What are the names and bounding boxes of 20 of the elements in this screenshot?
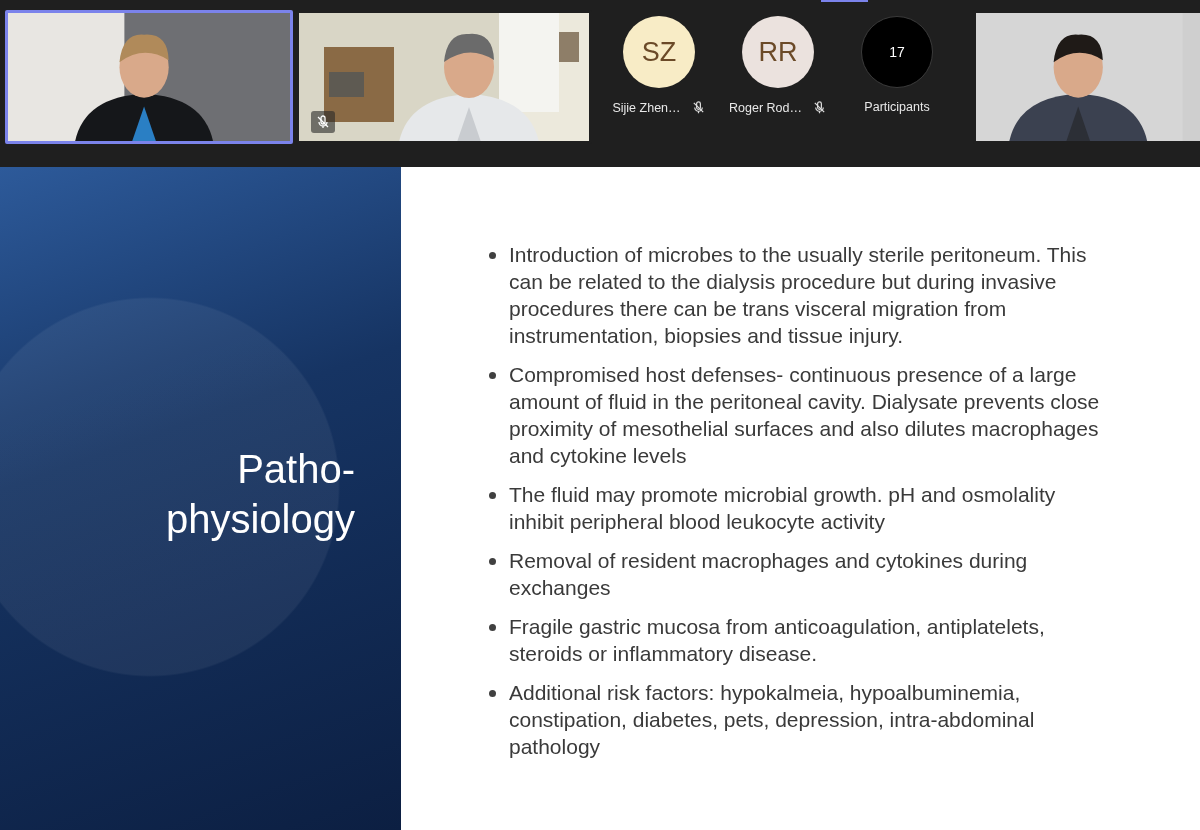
- avatar: SZ: [623, 16, 695, 88]
- bullet-icon: [489, 492, 496, 499]
- avatar: RR: [742, 16, 814, 88]
- bullet-icon: [489, 252, 496, 259]
- bullet-icon: [489, 372, 496, 379]
- bullet-icon: [489, 624, 496, 631]
- bullet-text: Removal of resident macrophages and cytokines during exchanges: [509, 548, 1029, 601]
- bullet-text: The fluid may promote microbial growth. pH and osmolality inhibit peripheral blood leukocyte activity: [509, 482, 1057, 535]
- participants-button[interactable]: 17: [861, 16, 933, 88]
- bullet-icon: [489, 690, 496, 697]
- participant-name: Roger Rod…: [729, 100, 802, 115]
- page-indicator: [821, 0, 868, 2]
- bullet-text: Compromised host defenses- continuous presence of a large amount of fluid in the peritoneal cavity. Dialysate prevents close proximity of mesothelial surfaces and also dilutes macrophages and cytokine levels: [509, 362, 1101, 469]
- participant-name: Sijie Zhen…: [612, 100, 681, 115]
- bullet-text: Fragile gastric mucosa from anticoagulation, antiplatelets, steroids or inflammatory disease.: [509, 614, 1046, 667]
- bullet-text: Additional risk factors: hypokalmeia, hypoalbuminemia, constipation, diabetes, pets, depression, intra-abdominal pathology: [509, 680, 1036, 760]
- bullet-text: Introduction of microbes to the usually sterile peritoneum. This can be related to the dialysis procedure but during invasive procedures there can be trans visceral migration from instrumentation, biopsies and tissue injury.: [509, 242, 1088, 349]
- participants-label: Participants: [864, 100, 930, 114]
- bullet-icon: [489, 558, 496, 565]
- slide-title: Patho-physiology: [165, 445, 355, 543]
